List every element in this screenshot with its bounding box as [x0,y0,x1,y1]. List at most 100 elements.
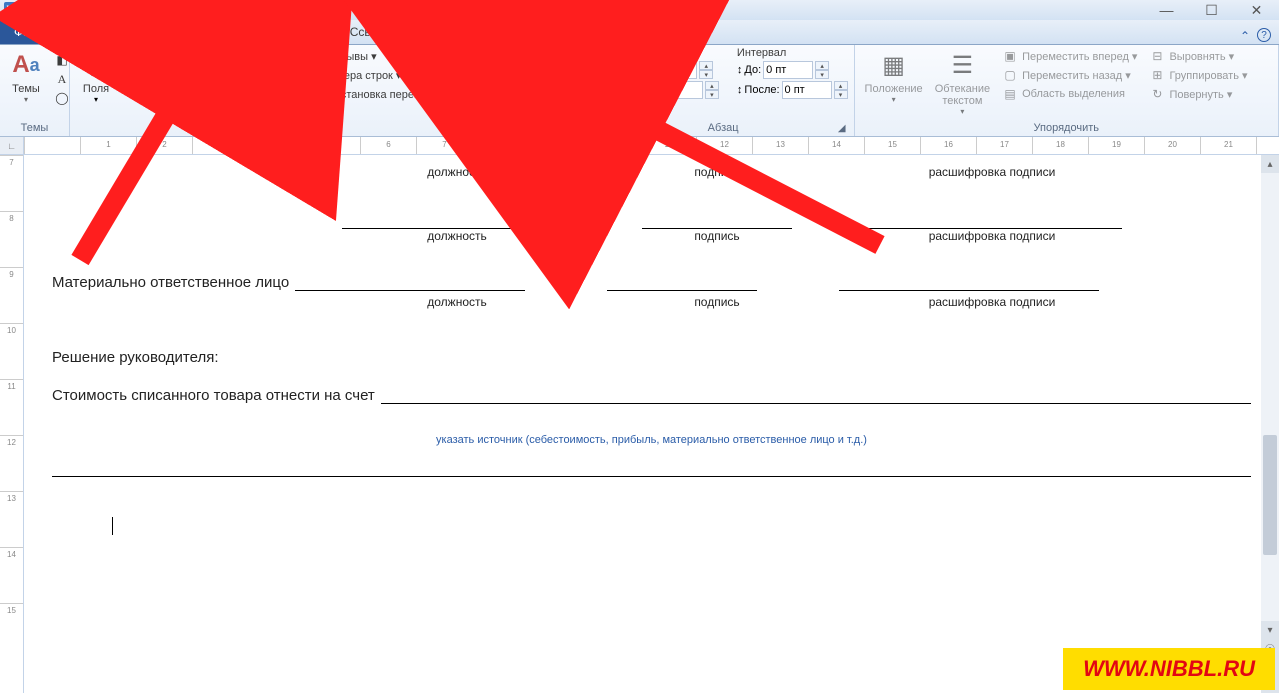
underline [839,273,1099,291]
rotate-icon: ↻ [1149,86,1165,102]
page-color-icon: 🟦 [473,67,489,83]
group-arrange: ▦ Положение▾ ☰ Обтекание текстом▾ ▣Перем… [855,45,1279,136]
bring-forward-button[interactable]: ▣Переместить вперед ▾ [998,47,1141,65]
paragraph-dialog-launcher[interactable]: ◢ [838,123,846,134]
cost-line-text: Стоимость списанного товара отнести на с… [52,387,375,404]
bring-forward-icon: ▣ [1002,48,1018,64]
tab-review[interactable]: Рецензирование [485,20,604,44]
page-setup-dialog-launcher[interactable]: ◢ [447,123,455,134]
tab-mailings[interactable]: Рассылки [405,20,485,44]
tab-view[interactable]: Вид [603,20,651,44]
spin-down[interactable]: ▾ [834,90,848,99]
wrap-text-button[interactable]: ☰ Обтекание текстом▾ [931,47,994,118]
group-page-background: ▤Подложка ▾ 🟦Цвет страницы ▾ ▢Границы ст… [463,45,592,136]
margins-button[interactable]: ▯ Поля▾ [76,47,116,106]
site-watermark: WWW.NIBBL.RU [1063,648,1275,690]
qat-dropdown-icon[interactable]: ▾ [84,2,100,18]
orientation-button[interactable]: ▭ Ориентация▾ [120,47,190,106]
minimize-ribbon-icon[interactable]: ⌃ [1237,28,1253,44]
text-cursor [112,517,113,535]
margins-icon: ▯ [80,49,112,81]
spin-up[interactable]: ▴ [699,61,713,70]
minimize-button[interactable]: — [1144,0,1189,20]
tab-home[interactable]: Главная [58,20,130,44]
group-themes: Aa Темы ▾ ◧ A ◯ Темы [0,45,70,136]
group-page-background-label: Фон страницы [469,120,585,136]
underline [381,386,1251,404]
wrap-text-icon: ☰ [946,49,978,81]
size-button[interactable]: ▯ Размер▾ [194,47,240,106]
scroll-thumb[interactable] [1263,435,1277,555]
indent-left-icon: ⇥ [599,64,608,77]
signature-line [642,209,792,229]
send-backward-icon: ▢ [1002,67,1018,83]
spin-up[interactable]: ▴ [705,81,719,90]
breaks-icon: ≡ [302,48,318,64]
group-icon: ⊞ [1149,67,1165,83]
themes-icon: Aa [10,49,42,81]
spacing-after-icon: ↕ [737,84,743,96]
file-tab[interactable]: Файл [0,20,58,44]
spin-down[interactable]: ▾ [815,70,829,79]
spacing-header: Интервал [737,47,848,59]
page-color-button[interactable]: 🟦Цвет страницы ▾ [469,66,585,84]
horizontal-ruler[interactable]: ∟ 1234 56789 1011121314 1516171819 20212… [0,137,1279,155]
spacing-after-label: После: [744,84,779,96]
group-button[interactable]: ⊞Группировать ▾ [1145,66,1251,84]
send-backward-button[interactable]: ▢Переместить назад ▾ [998,66,1141,84]
spacing-after-input[interactable] [782,81,832,99]
page-borders-button[interactable]: ▢Границы страниц [469,85,585,103]
line-numbers-button[interactable]: ⋮Номера строк ▾ [298,66,456,84]
vertical-ruler[interactable]: 78910 11121314 15 [0,155,24,693]
group-page-setup-label: Параметры страницы◢ [76,120,456,136]
tab-insert[interactable]: Вставка [129,20,200,44]
save-icon[interactable]: 💾 [24,2,40,18]
sig-signature-label: подпись [642,165,792,179]
ribbon: Aa Темы ▾ ◧ A ◯ Темы ▯ Поля▾ ▭ Ориентаци… [0,45,1279,137]
rotate-button[interactable]: ↻Повернуть ▾ [1145,85,1251,103]
group-themes-label: Темы [6,120,63,136]
group-arrange-label: Упорядочить [861,120,1272,136]
spacing-before-input[interactable] [763,61,813,79]
watermark-button[interactable]: ▤Подложка ▾ [469,47,585,65]
scroll-down-button[interactable]: ▾ [1261,621,1279,639]
mat-resp-label: Материально ответственное лицо [52,274,289,291]
hyphenation-icon: bª⁻ [302,86,318,102]
spin-down[interactable]: ▾ [705,90,719,99]
redo-icon[interactable]: ↷ [64,2,80,18]
indent-left-label: Слева: [610,64,645,76]
spin-up[interactable]: ▴ [815,61,829,70]
orientation-icon: ▭ [139,49,171,81]
close-button[interactable]: ✕ [1234,0,1279,20]
window-title: Документ2 - Microsoft Word [564,3,715,17]
columns-icon: ▥ [253,49,285,81]
signature-line [862,209,1122,229]
hyphenation-button[interactable]: bª⁻Расстановка переносов ▾ [298,85,456,103]
document-page[interactable]: должность подпись расшифровка подписи до… [24,155,1279,693]
themes-button[interactable]: Aa Темы ▾ [6,47,46,106]
watermark-icon: ▤ [473,48,489,64]
indent-left-input[interactable] [647,61,697,79]
help-icon[interactable]: ? [1257,28,1271,42]
spacing-before-icon: ↕ [737,64,743,76]
group-paragraph: Отступ ⇥ Слева: ▴▾ ⇤ Справа: ▴▾ Интервал [593,45,855,136]
selection-pane-button[interactable]: ▤Область выделения [998,85,1141,103]
spin-down[interactable]: ▾ [699,70,713,79]
sig-position-label: должность [342,165,572,179]
vertical-scrollbar[interactable]: ▴ ▾ ⦿ • ⦿ [1261,155,1279,693]
undo-icon[interactable]: ↶ [44,2,60,18]
decision-header: Решение руководителя: [52,349,1251,366]
scroll-up-button[interactable]: ▴ [1261,155,1279,173]
sig-decode-label: расшифровка подписи [862,165,1122,179]
indent-right-input[interactable] [653,81,703,99]
breaks-button[interactable]: ≡Разрывы ▾ [298,47,456,65]
tab-references[interactable]: Ссылки [337,20,405,44]
underline [295,273,525,291]
align-button[interactable]: ⊟Выровнять ▾ [1145,47,1251,65]
ribbon-tabs: Файл Главная Вставка Разметка страницы С… [0,20,1279,45]
position-button[interactable]: ▦ Положение▾ [861,47,927,106]
spin-up[interactable]: ▴ [834,81,848,90]
tab-page-layout[interactable]: Разметка страницы [200,21,337,45]
maximize-button[interactable]: ☐ [1189,0,1234,20]
columns-button[interactable]: ▥ Колонки▾ [244,47,294,106]
